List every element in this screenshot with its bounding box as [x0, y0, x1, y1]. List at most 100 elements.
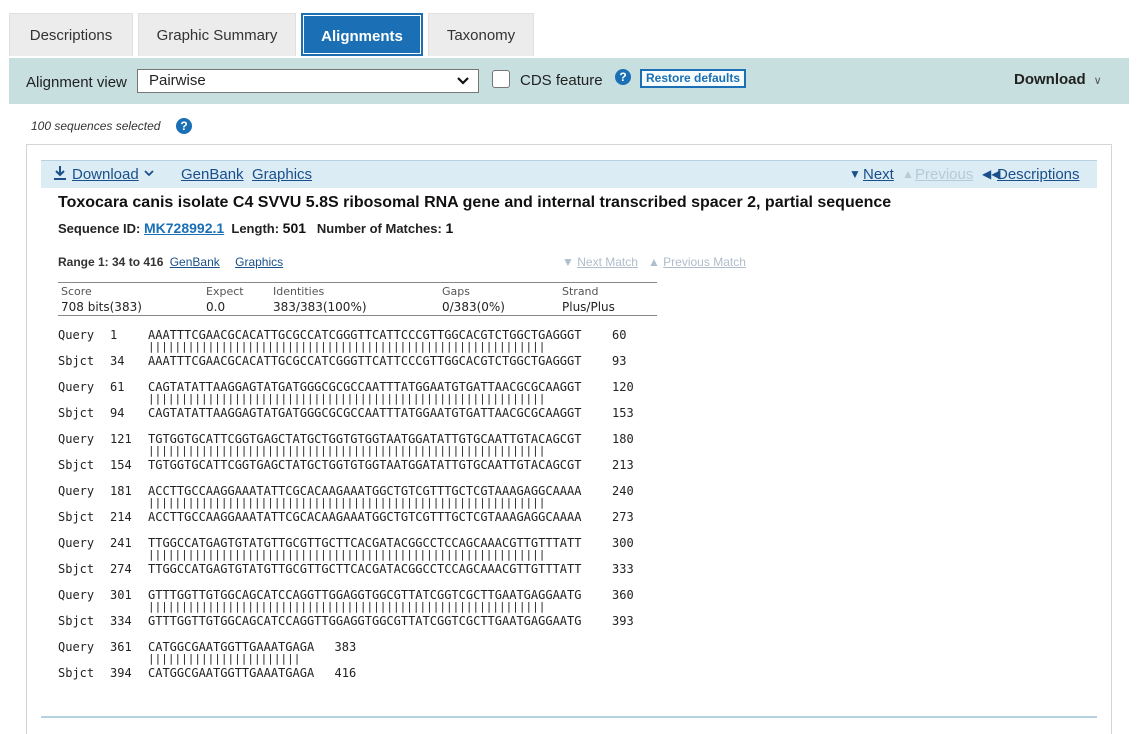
- alignment-view-label: Alignment view: [26, 74, 127, 91]
- query-end: 60: [612, 328, 627, 342]
- tab-graphic-summary[interactable]: Graphic Summary: [138, 13, 296, 56]
- query-end: 120: [612, 380, 634, 394]
- subject-end: 153: [612, 406, 634, 420]
- query-start: 181: [110, 484, 132, 498]
- match-navigation: ▼ Next Match ▲ Previous Match: [562, 255, 746, 269]
- graphics-link[interactable]: Graphics: [252, 166, 312, 183]
- alignment-block: Query 61 CAGTATATTAAGGAGTATGATGGGCGCGCCAAT…: [58, 380, 678, 420]
- query-label: Query: [58, 484, 95, 498]
- triangle-up-icon: ▲: [647, 255, 660, 269]
- cds-feature-checkbox[interactable]: [492, 70, 510, 88]
- download-label: Download: [1014, 71, 1086, 88]
- help-icon[interactable]: ?: [176, 118, 192, 134]
- previous-match-link: Previous Match: [663, 255, 746, 269]
- alignment-block: Query 361 CATGGCGAATGGTTGAAATGAGA 383 ||||||…: [58, 640, 678, 680]
- alignment-toolbar: Alignment view Pairwise CDS feature ? Re…: [9, 58, 1129, 104]
- subject-end: 416: [334, 666, 357, 680]
- help-icon[interactable]: ?: [615, 69, 631, 85]
- match-line: ||||||||||||||||||||||||||||||||||||||||…: [148, 392, 546, 405]
- hit-title: Toxocara canis isolate C4 SVVU 5.8S ribo…: [58, 194, 892, 211]
- result-action-bar: Download GenBank Graphics ▼ Next ▲ Previ…: [41, 160, 1097, 188]
- descriptions-link[interactable]: Descriptions: [997, 166, 1080, 183]
- download-icon: [53, 165, 67, 184]
- query-label: Query: [58, 588, 95, 602]
- subject-sequence: CATGGCGAATGGTTGAAATGAGA: [148, 666, 315, 680]
- matches-value: 1: [445, 220, 454, 236]
- next-match-link: Next Match: [577, 255, 638, 269]
- query-label: Query: [58, 432, 95, 446]
- subject-start: 394: [110, 666, 132, 680]
- alignment-block: Query 121 TGTGGTGCATTCGGTGAGCTATGCTGGTGTGG…: [58, 432, 678, 472]
- triangle-up-icon: ▲: [902, 167, 914, 181]
- tab-alignments[interactable]: Alignments: [301, 13, 423, 56]
- tab-descriptions[interactable]: Descriptions: [9, 13, 133, 56]
- chevron-down-icon: [456, 70, 470, 98]
- download-menu-button[interactable]: Download ∨: [1014, 71, 1102, 88]
- gaps-value: 0/383(0%): [442, 300, 505, 314]
- query-start: 121: [110, 432, 132, 446]
- result-tabs: Descriptions Graphic Summary Alignments …: [9, 13, 534, 58]
- identities-header: Identities: [273, 285, 325, 298]
- gaps-header: Gaps: [442, 285, 470, 298]
- triangle-down-icon: ▼: [849, 167, 861, 181]
- tab-taxonomy[interactable]: Taxonomy: [428, 13, 534, 56]
- range-header: Range 1: 34 to 416 GenBank Graphics: [58, 255, 283, 269]
- subject-start: 214: [110, 510, 132, 524]
- alignment-block: Query 301 GTTTGGTTGTGGCAGCATCCAGGTTGGAGGTG…: [58, 588, 678, 628]
- match-line: ||||||||||||||||||||||||||||||||||||||||…: [148, 600, 546, 613]
- score-value: 708 bits(383): [61, 300, 142, 314]
- subject-sequence: AAATTTCGAACGCACATTGCGCCATCGGGTTCATTCCCGT…: [148, 354, 582, 368]
- subject-start: 154: [110, 458, 132, 472]
- subject-start: 334: [110, 614, 132, 628]
- query-end: 240: [612, 484, 634, 498]
- triangle-down-icon: ▼: [562, 255, 574, 269]
- score-table: Score 708 bits(383) Expect 0.0 Identitie…: [58, 282, 657, 316]
- subject-label: Sbjct: [58, 562, 95, 576]
- query-end: 360: [612, 588, 634, 602]
- chevron-down-icon: ∨: [1093, 75, 1102, 87]
- alignment-block: Query 181 ACCTTGCCAAGGAAATATTCGCACAAGAAATG…: [58, 484, 678, 524]
- query-start: 361: [110, 640, 132, 654]
- expect-header: Expect: [206, 285, 244, 298]
- subject-end: 213: [612, 458, 634, 472]
- section-divider: [41, 716, 1097, 718]
- query-label: Query: [58, 640, 95, 654]
- query-end: 300: [612, 536, 634, 550]
- subject-label: Sbjct: [58, 666, 95, 680]
- query-label: Query: [58, 536, 95, 550]
- restore-defaults-button[interactable]: Restore defaults: [640, 69, 746, 88]
- query-start: 241: [110, 536, 132, 550]
- genbank-link[interactable]: GenBank: [181, 166, 244, 183]
- subject-label: Sbjct: [58, 458, 95, 472]
- query-label: Query: [58, 380, 95, 394]
- range-graphics-link[interactable]: Graphics: [235, 255, 283, 269]
- sequence-id-link[interactable]: MK728992.1: [144, 220, 224, 236]
- match-line: |||||||||||||||||||||||: [148, 652, 301, 665]
- next-link[interactable]: Next: [863, 166, 894, 183]
- match-line: ||||||||||||||||||||||||||||||||||||||||…: [148, 548, 546, 561]
- length-label: Length:: [231, 221, 280, 236]
- subject-start: 274: [110, 562, 132, 576]
- match-line: ||||||||||||||||||||||||||||||||||||||||…: [148, 340, 546, 353]
- match-line: ||||||||||||||||||||||||||||||||||||||||…: [148, 444, 546, 457]
- result-download-link[interactable]: Download: [72, 166, 139, 183]
- strand-header: Strand: [562, 285, 599, 298]
- subject-sequence: TTGGCCATGAGTGTATGTTGCGTTGCTTCACGATACGGCC…: [148, 562, 582, 576]
- query-start: 301: [110, 588, 132, 602]
- chevron-down-icon[interactable]: [144, 167, 154, 182]
- previous-link: Previous: [915, 166, 974, 183]
- cds-feature-label: CDS feature: [520, 72, 603, 89]
- sequence-id-label: Sequence ID:: [58, 221, 141, 236]
- subject-sequence: ACCTTGCCAAGGAAATATTCGCACAAGAAATGGCTGTCGT…: [148, 510, 582, 524]
- alignment-view-value: Pairwise: [149, 72, 206, 89]
- subject-start: 94: [110, 406, 125, 420]
- subject-sequence: CAGTATATTAAGGAGTATGATGGGCGCGCCAATTTATGGA…: [148, 406, 582, 420]
- subject-label: Sbjct: [58, 614, 95, 628]
- alignment-view-select[interactable]: Pairwise: [137, 69, 479, 93]
- strand-value: Plus/Plus: [562, 300, 615, 314]
- subject-label: Sbjct: [58, 406, 95, 420]
- query-end: 383: [334, 640, 357, 654]
- range-genbank-link[interactable]: GenBank: [170, 255, 220, 269]
- query-start: 1: [110, 328, 118, 342]
- match-line: ||||||||||||||||||||||||||||||||||||||||…: [148, 496, 546, 509]
